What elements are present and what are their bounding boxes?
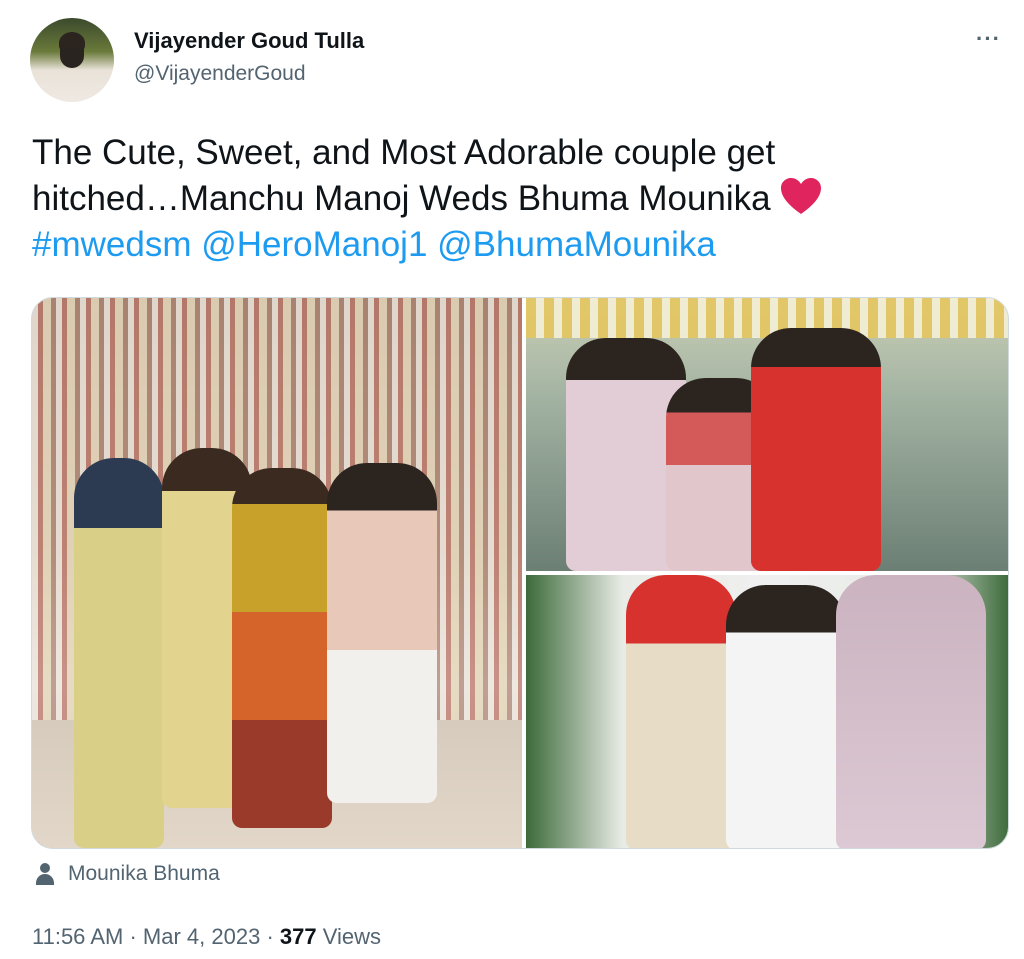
- media-photo-2[interactable]: [526, 298, 1008, 571]
- tweet-time[interactable]: 11:56 AM: [32, 924, 123, 949]
- mention-link-heromanoj[interactable]: @HeroManoj1: [201, 225, 427, 264]
- author-name[interactable]: Vijayender Goud Tulla: [134, 28, 364, 54]
- tweet-meta: 11:56 AM · Mar 4, 2023 · 377 Views: [32, 924, 381, 950]
- meta-separator: ·: [266, 924, 274, 949]
- heart-emoji-icon: [780, 178, 821, 214]
- mention-link-bhumamounika[interactable]: @BhumaMounika: [437, 225, 716, 264]
- tweet-text: The Cute, Sweet, and Most Adorable coupl…: [32, 130, 992, 268]
- meta-separator: ·: [129, 924, 137, 949]
- tweet: Vijayender Goud Tulla @VijayenderGoud ··…: [0, 0, 1024, 959]
- person-icon: [34, 862, 56, 886]
- author-avatar[interactable]: [30, 18, 114, 102]
- tweet-text-line1: The Cute, Sweet, and Most Adorable coupl…: [32, 133, 776, 172]
- media-photo-1[interactable]: [32, 298, 522, 848]
- media-photo-3[interactable]: [526, 575, 1008, 848]
- media-grid: [31, 297, 1009, 849]
- views-label: Views: [322, 924, 382, 949]
- tagged-user-name: Mounika Bhuma: [68, 862, 220, 885]
- hashtag-link[interactable]: #mwedsm: [32, 225, 191, 264]
- tweet-date[interactable]: Mar 4, 2023: [143, 924, 260, 949]
- tweet-text-line2: hitched…Manchu Manoj Weds Bhuma Mounika: [32, 179, 771, 218]
- author-handle[interactable]: @VijayenderGoud: [134, 62, 306, 86]
- tagged-people[interactable]: Mounika Bhuma: [34, 862, 220, 886]
- more-options-icon[interactable]: ···: [976, 26, 1001, 52]
- views-count: 377: [279, 924, 317, 949]
